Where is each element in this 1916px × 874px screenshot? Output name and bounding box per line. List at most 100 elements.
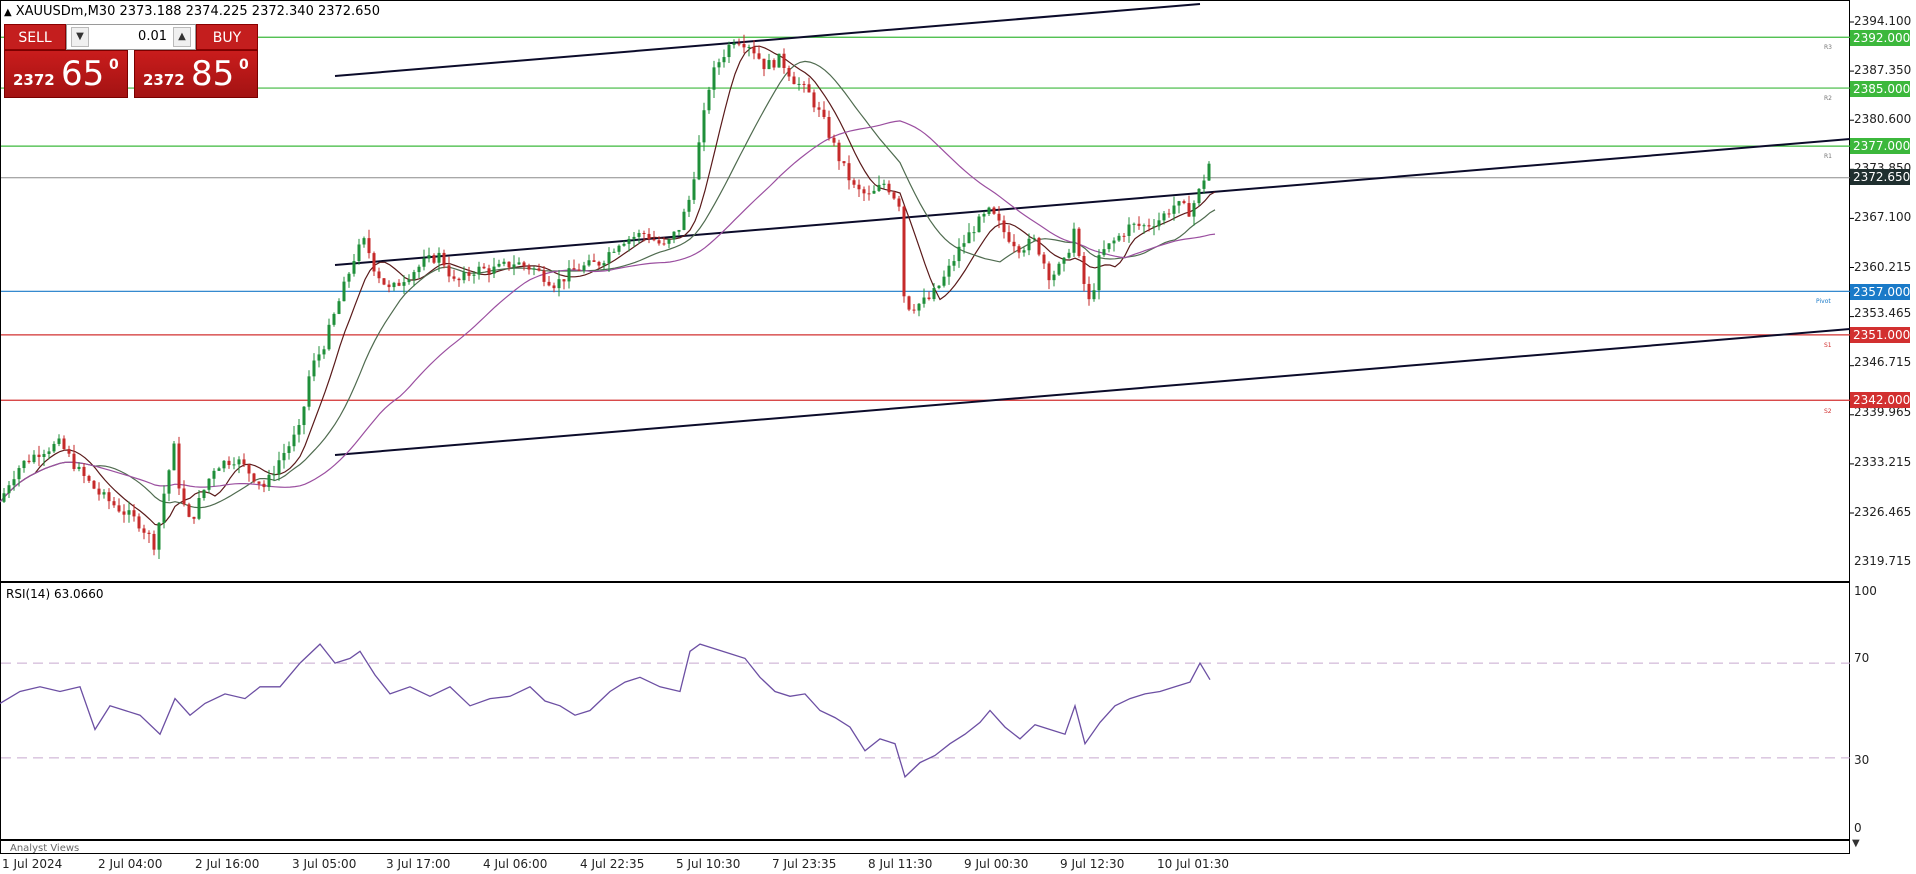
candle-body [802, 83, 806, 85]
lot-size-input[interactable]: ▼ 0.01 ▲ [66, 24, 196, 50]
lot-increase-icon[interactable]: ▲ [173, 27, 191, 47]
candle-body [312, 360, 316, 377]
candle-body [1032, 237, 1036, 239]
level-tag-s2: S2 [1824, 408, 1832, 415]
candle-body [982, 213, 986, 217]
level-label-pivot[interactable]: 2357.000 [1850, 284, 1910, 300]
candle-body [342, 281, 346, 302]
candle-body [877, 184, 881, 191]
lot-value[interactable]: 0.01 [138, 29, 167, 44]
candle-body [847, 163, 851, 181]
price-tick: 2326.465 [1854, 505, 1912, 519]
scroll-down-icon[interactable]: ▼ [1852, 838, 1860, 849]
candle-body [97, 488, 101, 495]
candle-body [27, 460, 31, 463]
candle-body [932, 288, 936, 300]
candle-body [317, 354, 321, 361]
time-tick: 5 Jul 10:30 [676, 857, 741, 871]
candle-body [627, 238, 631, 244]
candle-body [462, 272, 466, 281]
candle-body [567, 268, 571, 282]
level-label-r1[interactable]: 2377.000 [1850, 138, 1910, 154]
rsi-label: RSI(14) 63.0660 [6, 587, 104, 601]
candle-body [922, 297, 926, 304]
candle-body [882, 183, 886, 185]
candle-body [302, 406, 306, 426]
candle-body [422, 258, 426, 267]
moving-average-fast [0, 45, 1216, 527]
candle-body [937, 285, 941, 289]
candle-body [772, 60, 776, 68]
candle-body [292, 434, 296, 447]
candle-body [1022, 250, 1026, 253]
price-tick: 2380.600 [1854, 112, 1912, 126]
candle-body [352, 261, 356, 274]
candle-body [177, 443, 181, 489]
sell-button[interactable]: SELL [4, 24, 66, 50]
sell-price-box[interactable]: 2372 65 0 [4, 50, 128, 98]
candle-body [547, 281, 551, 286]
candle-body [132, 510, 136, 517]
candle-body [202, 489, 206, 499]
candle-body [102, 492, 106, 495]
candle-body [1037, 237, 1041, 255]
candle-body [757, 53, 761, 59]
rsi-line [0, 643, 1211, 779]
candle-body [72, 453, 76, 469]
candle-body [167, 470, 171, 494]
candle-body [612, 251, 616, 253]
level-label-r3[interactable]: 2392.000 [1850, 30, 1910, 46]
candle-body [437, 252, 441, 263]
candle-body [992, 207, 996, 214]
candle-body [712, 67, 716, 90]
candle-body [767, 60, 771, 70]
price-tick: 2346.715 [1854, 355, 1912, 369]
candle-body [197, 498, 201, 519]
analyst-views-tab[interactable]: Analyst Views [10, 843, 79, 854]
candle-body [822, 109, 826, 117]
candle-body [1142, 225, 1146, 227]
level-label-r2[interactable]: 2385.000 [1850, 81, 1910, 97]
lot-decrease-icon[interactable]: ▼ [71, 27, 89, 47]
level-tag-r3: R3 [1824, 44, 1832, 51]
candle-body [912, 309, 916, 311]
candle-body [372, 253, 376, 272]
candle-body [77, 466, 81, 469]
candle-body [237, 459, 241, 465]
candle-body [972, 232, 976, 234]
buy-button[interactable]: BUY [196, 24, 258, 50]
candle-body [1187, 203, 1191, 217]
candle-body [927, 297, 931, 300]
candle-body [842, 161, 846, 164]
candle-body [147, 532, 151, 534]
candle-body [1052, 274, 1056, 281]
collapse-triangle-icon[interactable]: ▲ [4, 7, 12, 18]
buy-price-box[interactable]: 2372 85 0 [134, 50, 258, 98]
candle-body [467, 272, 471, 276]
price-tick: 2333.215 [1854, 455, 1912, 469]
candle-body [867, 193, 871, 195]
trend-channel-line [334, 328, 1851, 456]
candle-body [622, 243, 626, 246]
level-label-s1[interactable]: 2351.000 [1850, 327, 1910, 343]
candle-body [782, 53, 786, 69]
candle-body [277, 460, 281, 475]
candle-body [1137, 223, 1141, 226]
price-tick: 2387.350 [1854, 63, 1912, 77]
time-tick: 7 Jul 23:35 [772, 857, 837, 871]
candle-body [832, 137, 836, 143]
candle-body [1207, 163, 1211, 181]
candle-body [642, 232, 646, 234]
candle-body [552, 285, 556, 289]
candle-body [127, 510, 131, 515]
candle-body [1177, 201, 1181, 206]
candle-body [592, 260, 596, 262]
level-label-s2[interactable]: 2342.000 [1850, 392, 1910, 408]
candle-body [412, 272, 416, 280]
candle-body [1117, 235, 1121, 241]
candle-body [397, 282, 401, 286]
candle-body [1112, 240, 1116, 244]
candle-body [1062, 257, 1066, 264]
candle-body [917, 303, 921, 311]
candle-body [792, 76, 796, 85]
